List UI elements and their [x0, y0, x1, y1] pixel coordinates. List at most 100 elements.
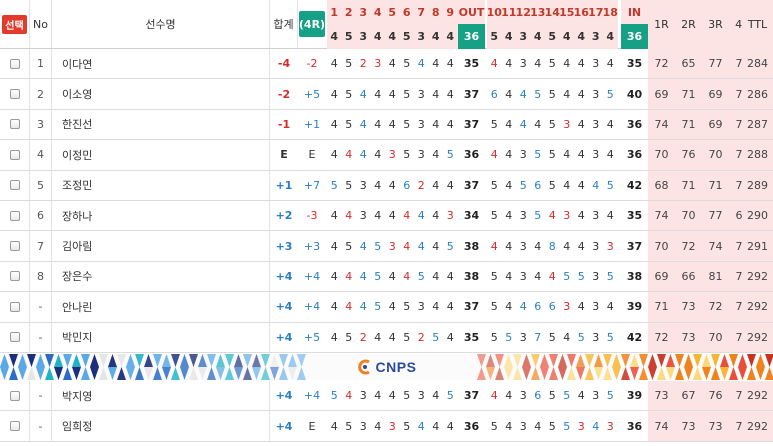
player-round4-rel: -3 [306, 209, 318, 223]
hole-score: 4 [505, 87, 513, 101]
row-checkbox[interactable] [9, 210, 20, 221]
hole-par-label: 4 [533, 30, 542, 43]
player-name[interactable]: 이정민 [52, 140, 270, 170]
hole-score: 4 [432, 117, 440, 131]
hole-score: 4 [359, 117, 367, 131]
player-round-3: 77 [702, 49, 729, 79]
player-total: +4 [275, 419, 293, 433]
hole-score: 4 [606, 300, 614, 314]
hole-score: 3 [388, 148, 396, 162]
hole-number: 7 [414, 0, 429, 24]
player-round-3: 72 [702, 292, 729, 322]
row-select-cell [0, 109, 30, 140]
hole-par-label: 4 [606, 30, 615, 43]
hole-score: 5 [345, 239, 353, 253]
player-total: -2 [277, 87, 291, 101]
hole-score: 3 [577, 419, 585, 433]
hole-score: 3 [592, 330, 600, 344]
hole-score: 5 [490, 419, 498, 433]
player-round-1: 70 [648, 140, 675, 170]
hole-score: 5 [548, 330, 556, 344]
hole-par-label: 4 [431, 30, 440, 43]
player-name[interactable]: 이다연 [52, 49, 270, 79]
row-checkbox[interactable] [9, 119, 20, 130]
row-checkbox[interactable] [9, 89, 20, 100]
hole-score: 3 [417, 389, 425, 403]
hole-score: 4 [432, 239, 440, 253]
player-name[interactable]: 장은수 [52, 261, 270, 292]
row-checkbox[interactable] [9, 180, 20, 191]
hole-score: 4 [432, 209, 440, 223]
hole-score: 4 [505, 178, 513, 192]
hole-score: 4 [446, 269, 454, 283]
hole-score: 3 [359, 389, 367, 403]
hole-number: 5 [385, 0, 400, 24]
hole-score: 3 [417, 148, 425, 162]
hole-score: 5 [330, 178, 338, 192]
hole-par-label: 4 [577, 30, 586, 43]
hole-score: 3 [519, 57, 527, 71]
hole-score: 4 [403, 209, 411, 223]
row-checkbox[interactable] [9, 421, 20, 432]
player-ttl: 292 [742, 292, 773, 322]
row-checkbox[interactable] [9, 241, 20, 252]
hole-score: 5 [403, 389, 411, 403]
row-checkbox[interactable] [9, 332, 20, 343]
hole-score: 5 [534, 87, 542, 101]
player-round4-rel: E [308, 148, 316, 162]
player-round-3: 69 [702, 109, 729, 140]
hole-score: 5 [490, 269, 498, 283]
player-out: 37 [463, 300, 480, 314]
row-checkbox[interactable] [9, 271, 20, 282]
hole-number-label: 11 [501, 5, 517, 19]
hole-score: 5 [446, 389, 454, 403]
player-round4-rel: +7 [303, 178, 321, 192]
hole-score: 4 [359, 239, 367, 253]
player-out: 38 [463, 239, 480, 253]
hole-score: 4 [374, 117, 382, 131]
hole-score: 4 [388, 57, 396, 71]
hole-score: 4 [534, 269, 542, 283]
hole-score: 4 [374, 209, 382, 223]
player-name[interactable]: 박지영 [52, 381, 270, 411]
player-name[interactable]: 안나린 [52, 292, 270, 322]
player-name[interactable]: 박민지 [52, 322, 270, 352]
player-total: +4 [275, 300, 293, 314]
player-name[interactable]: 임희정 [52, 411, 270, 441]
row-checkbox[interactable] [9, 301, 20, 312]
player-name[interactable]: 장하나 [52, 201, 270, 231]
hole-score: 5 [345, 330, 353, 344]
hole-score: 5 [606, 87, 614, 101]
hole-score: 4 [388, 269, 396, 283]
player-name[interactable]: 이소영 [52, 79, 270, 109]
player-name[interactable]: 한진선 [52, 109, 270, 140]
player-name[interactable]: 김아림 [52, 231, 270, 261]
row-checkbox[interactable] [9, 149, 20, 160]
hole-par: 4 [428, 24, 443, 49]
hole-score: 4 [417, 239, 425, 253]
hole-number-label: 18 [602, 5, 618, 19]
player-out: 35 [463, 57, 480, 71]
player-name[interactable]: 조정민 [52, 170, 270, 200]
hole-par: 3 [414, 24, 429, 49]
hole-par: 4 [559, 24, 574, 49]
hole-number: 12 [516, 0, 531, 24]
header-in-par: 36 [621, 24, 648, 49]
hole-score: 2 [359, 57, 367, 71]
hole-score: 4 [345, 269, 353, 283]
player-rank: 3 [30, 109, 52, 140]
hole-score: 4 [606, 117, 614, 131]
row-checkbox[interactable] [9, 58, 20, 69]
hole-score: 5 [403, 300, 411, 314]
hole-score: 3 [519, 330, 527, 344]
row-checkbox[interactable] [9, 390, 20, 401]
hole-score: 3 [519, 389, 527, 403]
hole-score: 4 [563, 239, 571, 253]
hole-score: 5 [403, 148, 411, 162]
hole-par-label: 4 [504, 30, 513, 43]
hole-score: 4 [374, 419, 382, 433]
player-ttl: 287 [742, 109, 773, 140]
hole-par-label: 3 [359, 30, 368, 43]
hole-score: 4 [446, 117, 454, 131]
hole-score: 4 [388, 389, 396, 403]
